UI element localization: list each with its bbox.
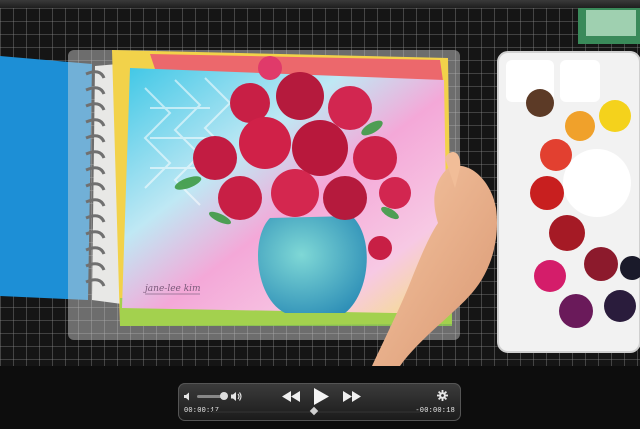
- play-icon[interactable]: [314, 388, 329, 405]
- scrubber-playhead[interactable]: [309, 406, 319, 416]
- rewind-icon[interactable]: [282, 391, 300, 402]
- window-title-bar: [0, 0, 640, 8]
- control-bar: 00:00:17 -00:00:18: [178, 383, 461, 421]
- video-scene: jane-lee kim: [0, 8, 640, 366]
- vase: [258, 216, 367, 313]
- video-player: jane-lee kim 00:00:17 -00:00:18: [0, 0, 640, 429]
- fast-forward-icon[interactable]: [343, 391, 361, 402]
- video-frame[interactable]: jane-lee kim: [0, 8, 640, 366]
- remaining-time: -00:00:18: [415, 407, 455, 415]
- speaker-high-icon[interactable]: [231, 391, 243, 402]
- watercolor-palette: [497, 51, 640, 353]
- gear-icon[interactable]: [437, 390, 448, 401]
- painting-signature: jane-lee kim: [143, 284, 201, 294]
- speaker-low-icon[interactable]: [184, 392, 193, 401]
- volume-knob[interactable]: [220, 392, 228, 400]
